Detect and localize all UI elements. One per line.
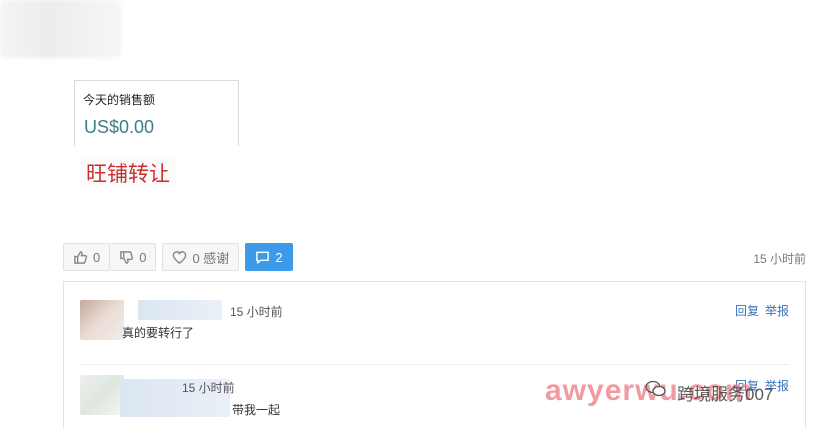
avatar[interactable] — [80, 300, 124, 340]
comment-list: 15 小时前 真的要转行了 回复 举报 15 小时前 带我一起 回复 举报 — [63, 281, 806, 428]
comment-actions: 回复 举报 — [735, 302, 789, 319]
heart-icon — [173, 250, 187, 264]
like-button[interactable]: 0 — [63, 243, 111, 271]
comment-actions: 回复 举报 — [735, 377, 789, 394]
vote-group: 0 0 — [63, 243, 157, 271]
thumbs-up-icon — [74, 250, 88, 264]
report-link[interactable]: 举报 — [765, 377, 789, 394]
sales-card-title: 今天的销售额 — [83, 93, 156, 107]
thanks-label: 0 感谢 — [192, 250, 230, 266]
comment-time: 15 小时前 — [230, 305, 283, 319]
reply-link[interactable]: 回复 — [735, 377, 759, 394]
avatar[interactable] — [80, 375, 124, 415]
comments-button[interactable]: 2 — [245, 243, 293, 271]
report-link[interactable]: 举报 — [765, 302, 789, 319]
comment-time: 15 小时前 — [182, 381, 235, 395]
sales-card: 今天的销售额 US$0.00 — [74, 80, 239, 146]
dislike-button[interactable]: 0 — [110, 243, 157, 271]
thanks-button[interactable]: 0 感谢 — [162, 243, 240, 271]
comment-item: 15 小时前 带我一起 回复 举报 — [80, 364, 789, 428]
comment-text: 真的要转行了 — [122, 326, 195, 340]
reply-link[interactable]: 回复 — [735, 302, 759, 319]
comment-count: 2 — [275, 249, 283, 265]
comment-icon — [256, 251, 270, 264]
post-title: 旺铺转让 — [80, 156, 176, 186]
blurred-avatar — [0, 0, 122, 58]
dislike-count: 0 — [139, 249, 147, 265]
sales-card-value: US$0.00 — [84, 117, 155, 137]
thumbs-down-icon — [120, 250, 134, 264]
like-count: 0 — [93, 249, 101, 265]
post-action-bar: 0 0 0 感谢 2 — [63, 243, 293, 271]
comment-item: 15 小时前 真的要转行了 回复 举报 — [80, 296, 789, 366]
comment-text: 带我一起 — [232, 403, 281, 417]
blurred-username — [138, 300, 222, 320]
post-time: 15 小时前 — [753, 252, 806, 266]
